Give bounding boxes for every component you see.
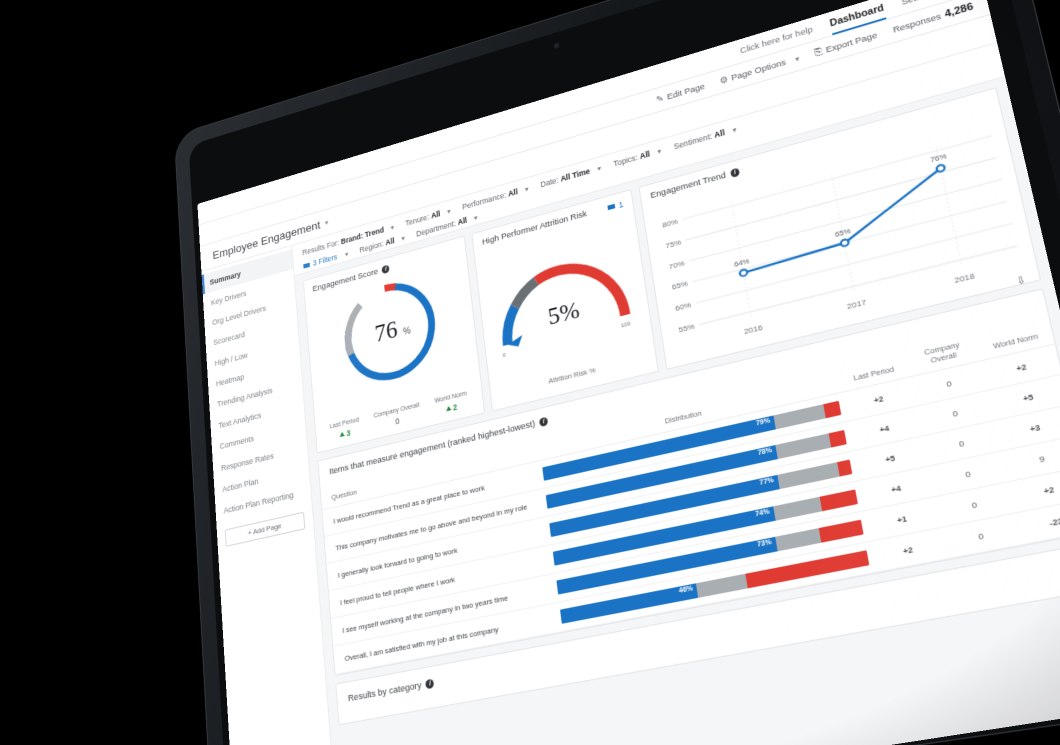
filter-chip-label: Region: xyxy=(359,239,384,254)
edit-page-label: Edit Page xyxy=(666,81,705,102)
svg-text:55%: 55% xyxy=(678,324,695,335)
results-by-category-title: Results by category xyxy=(348,680,423,704)
webcam-icon xyxy=(553,42,560,50)
filter-chip-value: All xyxy=(714,128,726,140)
trend-x-tick-2017: 2017 xyxy=(847,299,868,311)
bar-segment-neutral xyxy=(773,497,823,521)
bar-percent-label: 79% xyxy=(756,418,771,428)
stat-world-norm: World Norm 2 xyxy=(434,391,468,417)
filter-chip-value: All xyxy=(508,187,519,198)
filter-chip-value: All xyxy=(385,236,395,247)
svg-text:80%: 80% xyxy=(662,219,679,230)
chevron-down-icon: ▾ xyxy=(401,234,405,243)
bar-segment-neutral xyxy=(773,405,825,430)
pencil-icon: ✎ xyxy=(655,94,664,106)
filter-chip-value: All xyxy=(639,149,650,161)
chevron-down-icon: ▾ xyxy=(732,125,737,134)
chevron-down-icon: ▾ xyxy=(795,54,800,63)
bar-percent-label: 46% xyxy=(679,586,694,596)
chevron-down-icon: ▾ xyxy=(524,185,528,194)
gear-icon: ⚙ xyxy=(719,74,729,86)
attrition-filter-button[interactable]: 1 xyxy=(607,199,623,212)
chevron-down-icon: ▾ xyxy=(657,147,662,156)
stat-company-overall: Company Overall 0 xyxy=(373,402,420,431)
trend-x-tick-2016: 2016 xyxy=(744,324,764,335)
svg-text:70%: 70% xyxy=(668,260,685,271)
screenshot-stage: Click here for help Dashboard Settings ?… xyxy=(0,0,1060,745)
bar-segment-neutral xyxy=(777,463,839,490)
engagement-donut-chart: 76 % xyxy=(334,264,447,399)
page-title-chevron-icon[interactable]: ▾ xyxy=(325,218,329,226)
responses-count: 4,286 xyxy=(944,1,975,20)
attrition-filter-count: 1 xyxy=(618,199,624,209)
attrition-risk-card: High Performer Attrition Risk 1 0 100 5%… xyxy=(471,189,658,412)
trend-x-tick-2018: 2018 xyxy=(954,273,976,285)
chevron-down-icon: ▾ xyxy=(474,214,478,223)
filters-count-label: 3 Filters xyxy=(313,252,338,267)
bar-segment-unfavorable xyxy=(819,520,864,543)
funnel-icon xyxy=(608,204,616,210)
bar-percent-label: 77% xyxy=(759,477,774,487)
svg-text:75%: 75% xyxy=(665,239,682,250)
export-icon: ⎘ xyxy=(814,46,823,58)
attrition-gauge-wrap: 0 100 5% xyxy=(476,226,650,365)
svg-text:60%: 60% xyxy=(675,302,692,313)
bar-segment-neutral xyxy=(775,434,831,460)
engagement-score-value: 76 xyxy=(374,317,399,348)
trend-up-icon xyxy=(340,431,345,437)
bar-segment-unfavorable xyxy=(837,460,852,477)
svg-text:65%: 65% xyxy=(672,281,689,292)
bar-percent-label: 78% xyxy=(757,447,772,457)
chevron-down-icon: ▾ xyxy=(345,250,349,258)
gauge-max-label: 100 xyxy=(621,321,631,330)
bar-percent-label: 73% xyxy=(757,539,773,549)
bar-segment-unfavorable xyxy=(823,401,841,419)
info-icon[interactable]: i xyxy=(730,168,740,178)
bar-percent-label: 74% xyxy=(755,509,770,519)
info-icon[interactable]: i xyxy=(539,417,548,427)
attrition-value: 5% xyxy=(546,295,581,330)
bar-segment-neutral xyxy=(775,528,822,551)
bar-segment-neutral xyxy=(696,574,748,598)
stat-last-period: Last Period 3 xyxy=(329,417,360,442)
engagement-score-card: Engagement Score i 76 % Last Period 3 Co… xyxy=(303,236,485,454)
bar-segment-unfavorable xyxy=(828,430,846,448)
attrition-caption: Attrition Risk % xyxy=(548,366,596,386)
funnel-icon xyxy=(303,262,310,268)
info-icon[interactable]: i xyxy=(426,679,435,690)
engagement-score-unit: % xyxy=(403,325,412,337)
filter-chip-value: All xyxy=(431,209,441,220)
attrition-gauge-chart: 0 100 5% xyxy=(486,228,641,362)
info-icon[interactable]: i xyxy=(382,264,390,274)
trend-up-icon xyxy=(446,405,452,411)
chevron-down-icon: ▾ xyxy=(597,164,602,173)
gauge-min-label: 0 xyxy=(502,352,506,359)
chevron-down-icon: ▾ xyxy=(390,223,394,231)
bar-segment-unfavorable xyxy=(820,490,858,512)
chevron-down-icon: ▾ xyxy=(447,207,451,216)
filter-chip-value: All xyxy=(457,216,467,227)
